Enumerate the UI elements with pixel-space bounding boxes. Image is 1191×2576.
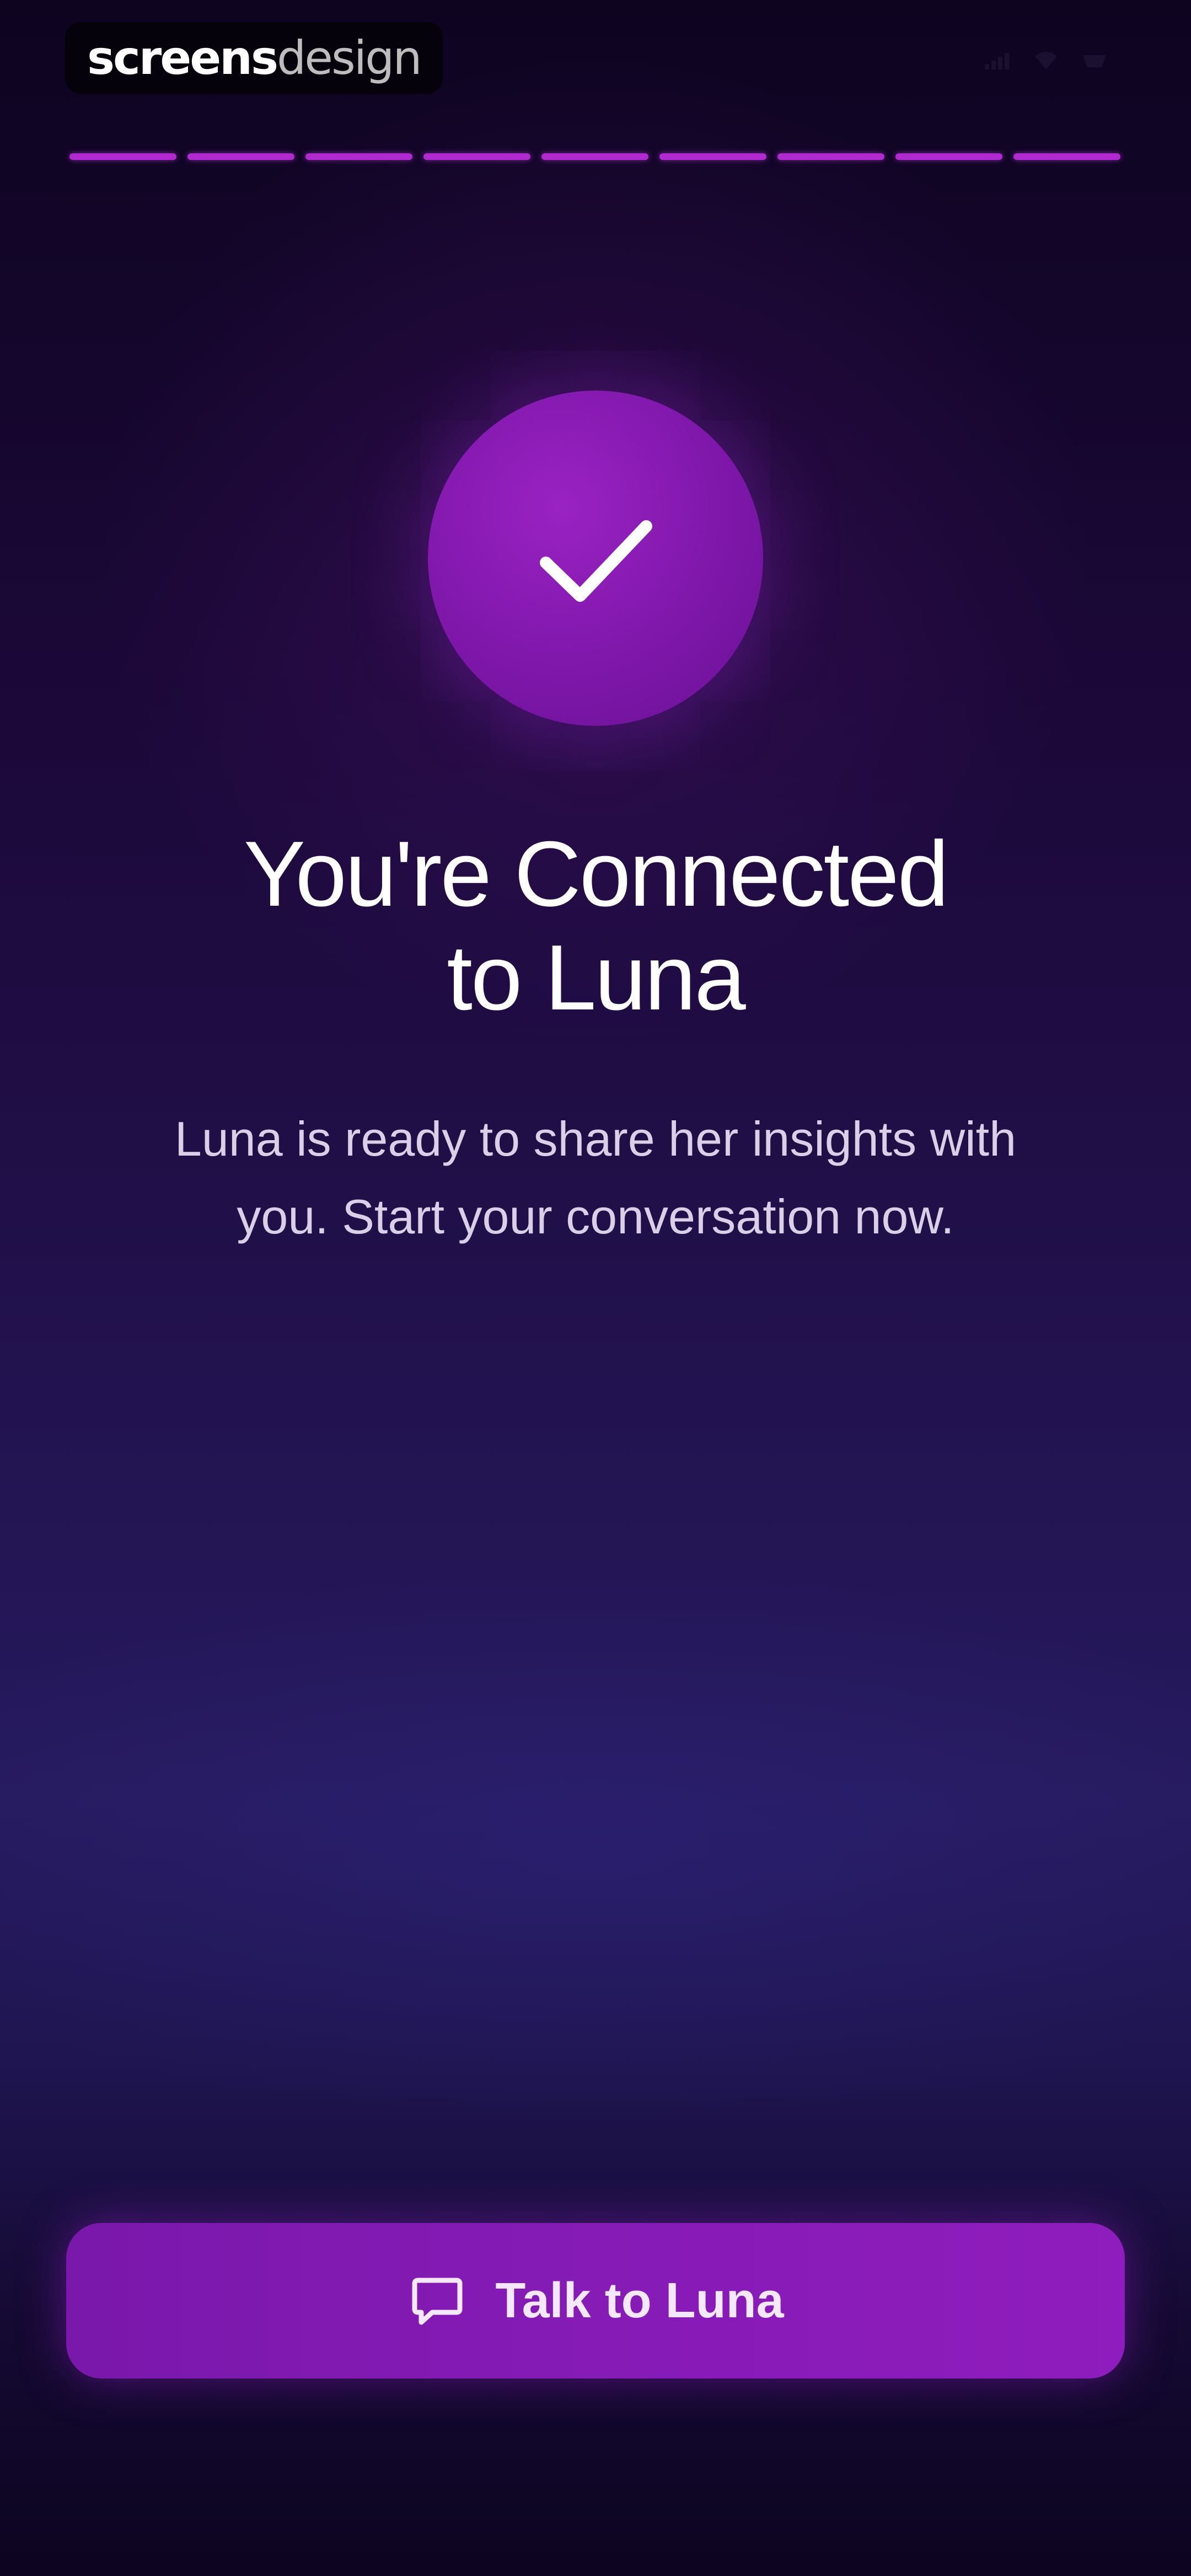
battery-icon (1081, 51, 1108, 71)
progress-segment (305, 153, 412, 160)
progress-segment (777, 153, 884, 160)
signal-icon (984, 51, 1011, 71)
progress-segment (69, 153, 176, 160)
brand-logo-strong: screens (87, 31, 278, 85)
talk-to-luna-button-label: Talk to Luna (495, 2273, 784, 2328)
progress-segment (659, 153, 766, 160)
page-title-line-2: to Luna (447, 926, 746, 1030)
background-glow-bottom (0, 1489, 1191, 2317)
progress-segment (187, 153, 294, 160)
page-description-line-1: Luna is ready to share her insights with (174, 1111, 1017, 1166)
brand-logo-light: design (276, 31, 422, 85)
progress-segment (1013, 153, 1120, 160)
status-bar-icons (984, 51, 1108, 71)
progress-segment (895, 153, 1002, 160)
page-description-line-2: you. Start your conversation now. (237, 1189, 954, 1244)
page-title: You're Connected to Luna (99, 822, 1092, 1029)
success-badge (428, 391, 763, 726)
checkmark-icon (540, 520, 652, 602)
chat-bubble-icon (412, 2278, 463, 2325)
onboarding-progress (69, 153, 1120, 160)
progress-segment (423, 153, 530, 160)
talk-to-luna-button[interactable]: Talk to Luna (66, 2223, 1125, 2379)
page-title-line-1: You're Connected (243, 822, 949, 926)
progress-segment (541, 153, 648, 160)
page-description: Luna is ready to share her insights with… (94, 1100, 1097, 1256)
wifi-icon (1032, 51, 1060, 71)
brand-logo: screens design (65, 22, 443, 94)
